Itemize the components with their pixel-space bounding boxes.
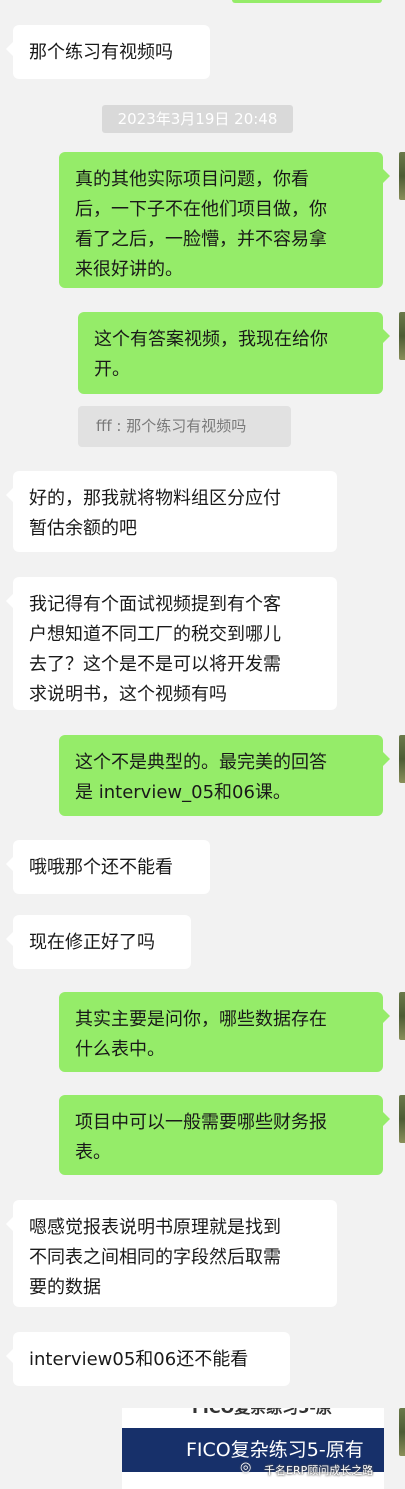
watermark: 千名ERP顾问成长之路 bbox=[264, 1464, 374, 1477]
message-bubble-right[interactable]: 这个不是典型的。最完美的回答 是 interview_05和06课。 bbox=[59, 735, 390, 816]
message-bubble-left[interactable]: 好的，那我就将物料组区分应付 暂估余额的吧 bbox=[6, 471, 337, 552]
message-bubble-right[interactable]: 真的其他实际项目问题，你看 后，一下子不在他们项目做，你 看了之后，一脸懵，并不… bbox=[59, 152, 390, 288]
message-bubble-left[interactable]: 嗯感觉报表说明书原理就是找到 不同表之间相同的字段然后取需 要的数据 bbox=[6, 1200, 337, 1307]
video-card-top-text: FICO复杂练习5-原 bbox=[192, 1408, 332, 1418]
avatar[interactable] bbox=[399, 1095, 405, 1143]
avatar[interactable] bbox=[399, 152, 405, 200]
wechat-channel-icon: ◎ bbox=[240, 1460, 252, 1475]
message-bubble-right[interactable]: 其实主要是问你，哪些数据存在 什么表中。 bbox=[59, 992, 390, 1072]
message-bubble-left[interactable]: 那个练习有视频吗 bbox=[6, 25, 210, 79]
timestamp: 2023年3月19日 20:48 bbox=[102, 105, 293, 133]
message-bubble-left[interactable]: interview05和06还不能看 bbox=[6, 1332, 290, 1386]
message-bubble-right[interactable]: 项目中可以一般需要哪些财务报 表。 bbox=[59, 1095, 390, 1175]
avatar[interactable] bbox=[399, 312, 405, 360]
quoted-message[interactable]: fff : 那个练习有视频吗 bbox=[78, 406, 291, 447]
avatar[interactable] bbox=[399, 992, 405, 1040]
avatar[interactable] bbox=[399, 735, 405, 783]
previous-message-bubble-edge bbox=[232, 0, 382, 3]
message-bubble-left[interactable]: 哦哦那个还不能看 bbox=[6, 840, 210, 894]
avatar[interactable] bbox=[399, 1408, 405, 1456]
message-bubble-left[interactable]: 我记得有个面试视频提到有个客 户想知道不同工厂的税交到哪儿 去了？这个是不是可以… bbox=[6, 577, 337, 710]
message-bubble-right[interactable]: 这个有答案视频，我现在给你 开。 bbox=[78, 312, 390, 394]
message-bubble-left[interactable]: 现在修正好了吗 bbox=[6, 915, 191, 969]
